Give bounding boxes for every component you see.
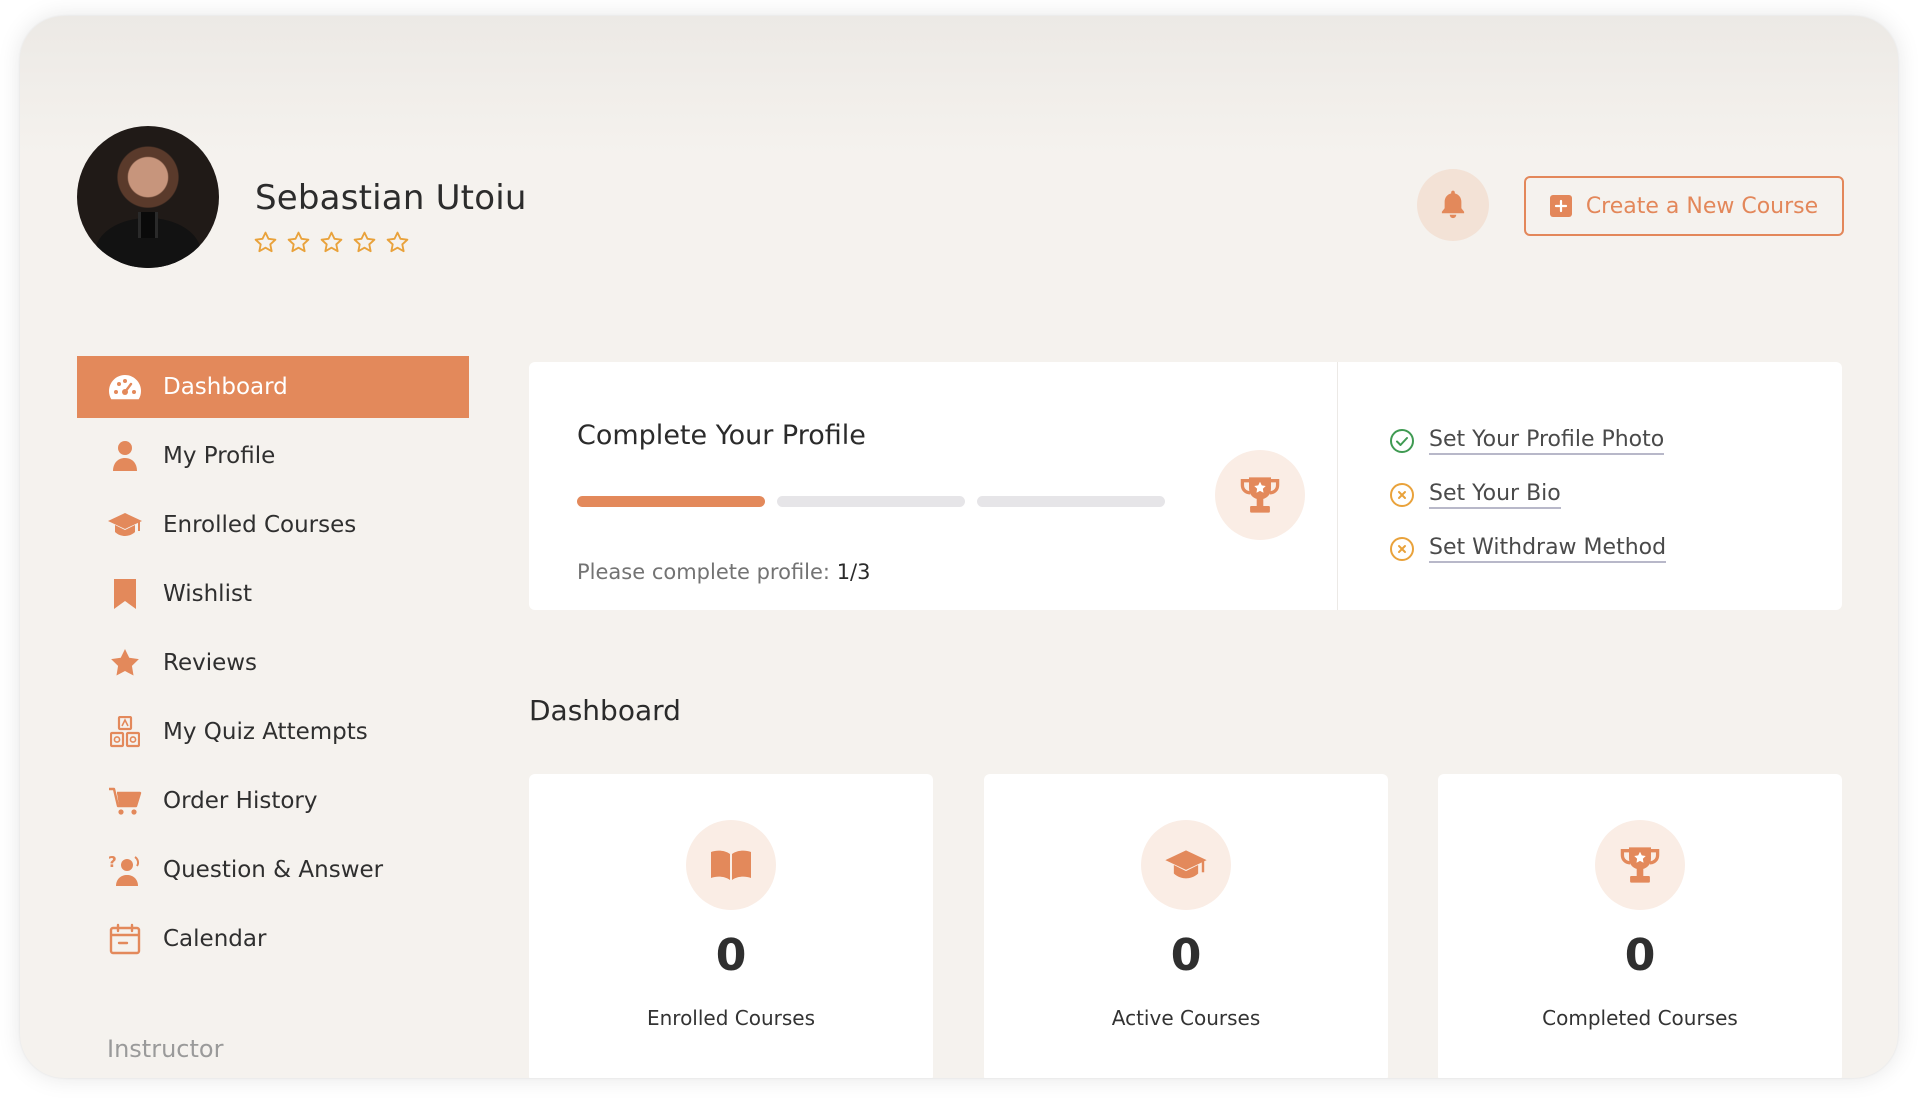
app-window: Sebastian Utoiu Create a New Course Dash…: [20, 16, 1898, 1078]
sidebar-item-my-quiz-attempts[interactable]: My Quiz Attempts: [77, 701, 469, 763]
stat-value: 0: [1170, 930, 1202, 981]
trophy-icon: [1240, 477, 1280, 513]
checklist-label: Set Withdraw Method: [1429, 535, 1667, 563]
dashboard-gauge-icon: [107, 369, 143, 405]
star-outline-icon: [254, 231, 277, 253]
stat-value: 0: [715, 930, 747, 981]
dashboard-section-title: Dashboard: [529, 694, 681, 727]
avatar[interactable]: [77, 126, 219, 268]
sidebar-nav: Dashboard My Profile Enrolled Courses Wi…: [77, 356, 469, 977]
book-open-icon: [711, 850, 751, 880]
sidebar-item-label: Dashboard: [163, 374, 288, 400]
calendar-icon: [107, 921, 143, 957]
plus-icon: [1549, 195, 1572, 217]
sidebar-item-my-profile[interactable]: My Profile: [77, 425, 469, 487]
x-circle-icon: [1390, 483, 1414, 507]
quiz-blocks-icon: [107, 714, 143, 750]
user-name: Sebastian Utoiu: [255, 178, 527, 218]
sidebar-section-instructor: Instructor: [107, 1035, 224, 1063]
sidebar-item-enrolled-courses[interactable]: Enrolled Courses: [77, 494, 469, 556]
trophy-badge: [1215, 450, 1305, 540]
cart-icon: [107, 783, 143, 819]
stat-label: Active Courses: [1111, 1006, 1261, 1030]
sidebar-item-label: Question & Answer: [163, 857, 384, 883]
x-circle-icon: [1390, 537, 1414, 561]
sidebar-item-wishlist[interactable]: Wishlist: [77, 563, 469, 625]
star-outline-icon: [320, 231, 343, 253]
checklist-item-bio[interactable]: Set Your Bio: [1389, 468, 1666, 522]
bookmark-icon: [107, 576, 143, 612]
graduation-cap-icon: [107, 507, 143, 543]
star-icon: [107, 645, 143, 681]
profile-checklist: Set Your Profile Photo Set Your Bio Set …: [1389, 414, 1667, 576]
stat-icon-circle: [1141, 820, 1231, 910]
trophy-icon: [1620, 847, 1660, 883]
stat-label: Completed Courses: [1542, 1006, 1738, 1030]
sidebar-item-label: Enrolled Courses: [163, 512, 357, 538]
sidebar-item-question-answer[interactable]: ? Question & Answer: [77, 839, 469, 901]
card-divider: [1337, 362, 1338, 610]
sidebar-item-dashboard[interactable]: Dashboard: [77, 356, 469, 418]
stat-icon-circle: [686, 820, 776, 910]
bell-icon: [1441, 190, 1465, 219]
create-course-label: Create a New Course: [1585, 193, 1819, 219]
sidebar-item-label: My Quiz Attempts: [163, 719, 368, 745]
user-icon: [107, 438, 143, 474]
rating-stars: [253, 230, 410, 255]
star-outline-icon: [386, 231, 409, 253]
complete-profile-title: Complete Your Profile: [577, 420, 866, 451]
sidebar-item-label: Calendar: [163, 926, 267, 952]
checklist-item-withdraw-method[interactable]: Set Withdraw Method: [1389, 522, 1667, 576]
sidebar-item-label: Order History: [163, 788, 318, 814]
graduation-cap-icon: [1165, 850, 1207, 879]
stat-card-enrolled-courses: 0 Enrolled Courses: [529, 774, 933, 1078]
progress-segment: [577, 496, 765, 507]
svg-text:?: ?: [108, 853, 117, 871]
profile-progress-status: Please complete profile: 1/3: [577, 560, 871, 584]
progress-segment: [777, 496, 965, 507]
stat-card-completed-courses: 0 Completed Courses: [1438, 774, 1842, 1078]
progress-segment: [977, 496, 1165, 507]
star-outline-icon: [353, 231, 376, 253]
checklist-item-profile-photo[interactable]: Set Your Profile Photo: [1389, 414, 1666, 468]
check-circle-icon: [1390, 429, 1414, 453]
sidebar-item-label: My Profile: [163, 443, 276, 469]
checklist-label: Set Your Bio: [1429, 481, 1561, 509]
notifications-button[interactable]: [1417, 169, 1489, 241]
complete-profile-card: Complete Your Profile Please complete pr…: [529, 362, 1842, 610]
sidebar-item-calendar[interactable]: Calendar: [77, 908, 469, 970]
stat-card-active-courses: 0 Active Courses: [984, 774, 1388, 1078]
stat-label: Enrolled Courses: [646, 1006, 816, 1030]
sidebar-item-order-history[interactable]: Order History: [77, 770, 469, 832]
question-person-icon: ?: [107, 852, 143, 888]
create-course-button[interactable]: Create a New Course: [1524, 176, 1844, 236]
sidebar-item-reviews[interactable]: Reviews: [77, 632, 469, 694]
checklist-label: Set Your Profile Photo: [1429, 427, 1665, 455]
sidebar-item-label: Reviews: [163, 650, 258, 676]
profile-progress-bar: [577, 496, 1165, 507]
star-outline-icon: [287, 231, 310, 253]
stat-value: 0: [1624, 930, 1656, 981]
stat-icon-circle: [1595, 820, 1685, 910]
sidebar-item-label: Wishlist: [163, 581, 252, 607]
